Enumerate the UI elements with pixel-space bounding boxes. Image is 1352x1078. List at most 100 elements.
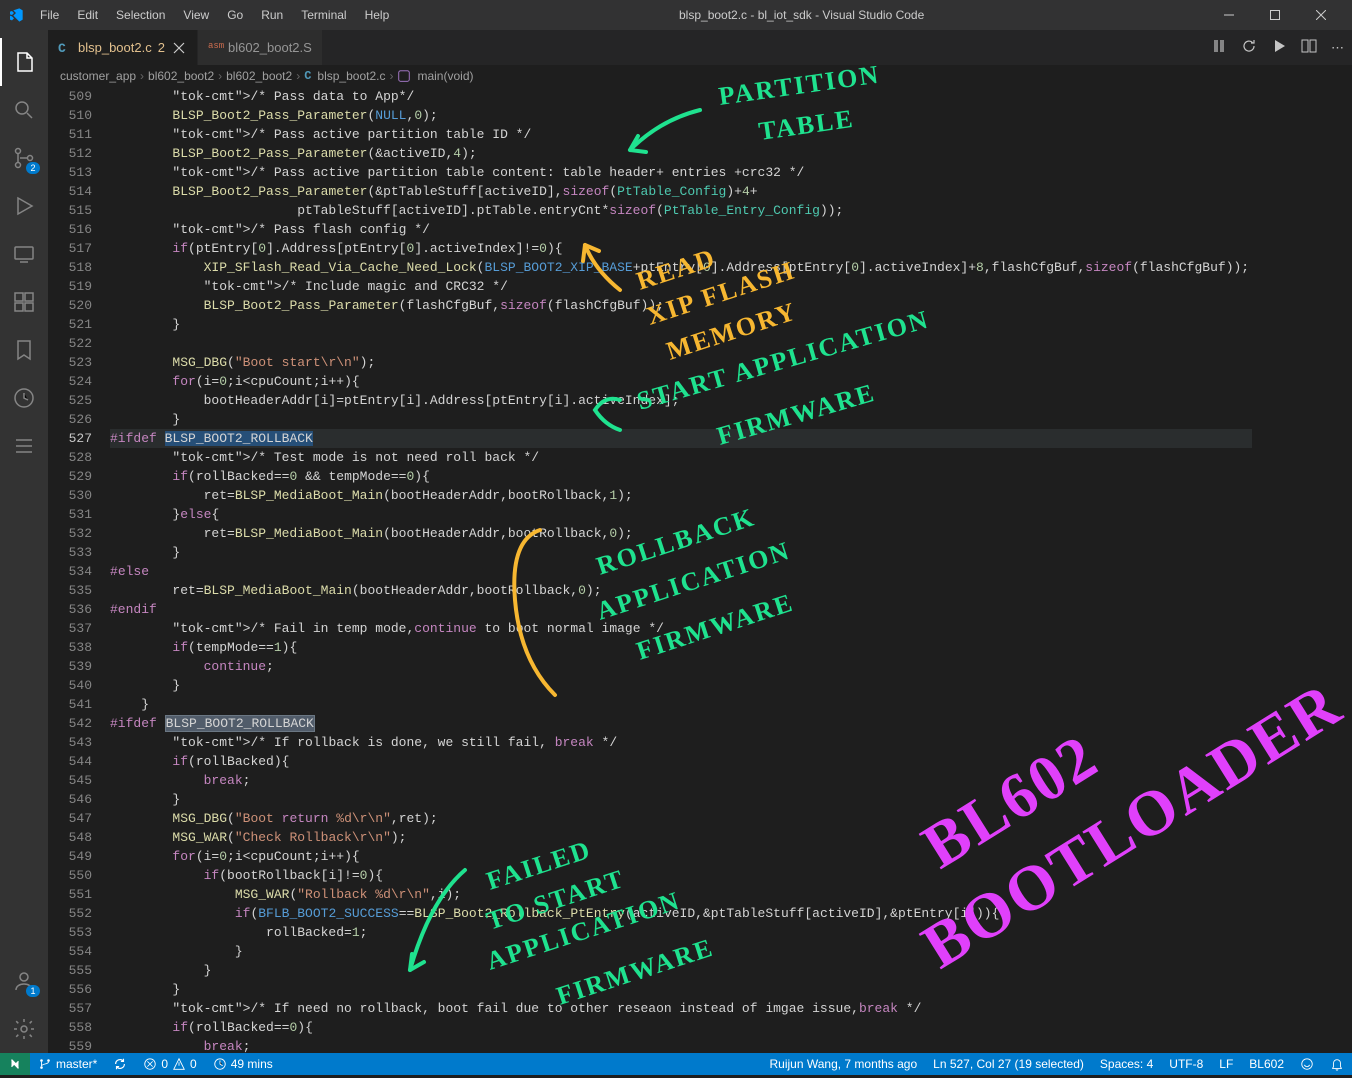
split-icon[interactable] [1301, 38, 1317, 57]
menu-edit[interactable]: Edit [69, 4, 106, 26]
activity-explorer[interactable] [0, 38, 48, 86]
menu-view[interactable]: View [175, 4, 217, 26]
eol[interactable]: LF [1211, 1053, 1241, 1075]
code-line[interactable]: } [110, 980, 1252, 999]
activity-settings[interactable] [0, 1005, 48, 1053]
code-line[interactable]: } [110, 315, 1252, 334]
maximize-button[interactable] [1252, 0, 1298, 30]
menu-run[interactable]: Run [253, 4, 291, 26]
time-tracker[interactable]: 49 mins [205, 1053, 281, 1075]
language-mode[interactable]: BL602 [1241, 1053, 1292, 1075]
code-line[interactable]: ptTableStuff[activeID].ptTable.entryCnt*… [110, 201, 1252, 220]
code-line[interactable]: if(rollBacked){ [110, 752, 1252, 771]
code-editor[interactable]: 5095105115125135145155165175185195205215… [48, 87, 1352, 1053]
menu-file[interactable]: File [32, 4, 67, 26]
remote-indicator[interactable] [0, 1053, 30, 1075]
code-line[interactable]: } [110, 942, 1252, 961]
code-line[interactable]: if(rollBacked==0 && tempMode==0){ [110, 467, 1252, 486]
cursor-position[interactable]: Ln 527, Col 27 (19 selected) [925, 1053, 1092, 1075]
code-line[interactable]: for(i=0;i<cpuCount;i++){ [110, 847, 1252, 866]
activity-extensions[interactable] [0, 278, 48, 326]
code-line[interactable]: if(BFLB_BOOT2_SUCCESS==BLSP_Boot2_Rollba… [110, 904, 1252, 923]
crumb-1[interactable]: bl602_boot2 [148, 69, 214, 83]
problems[interactable]: 0 0 [135, 1053, 204, 1075]
code-line[interactable]: }else{ [110, 505, 1252, 524]
code-line[interactable]: "tok-cmt">/* Include magic and CRC32 */ [110, 277, 1252, 296]
code-line[interactable]: ret=BLSP_MediaBoot_Main(bootHeaderAddr,b… [110, 524, 1252, 543]
code-line[interactable]: if(tempMode==1){ [110, 638, 1252, 657]
code-line[interactable]: MSG_DBG("Boot return %d\r\n",ret); [110, 809, 1252, 828]
tab-bl602-boot2-s[interactable]: asm bl602_boot2.S [198, 30, 323, 65]
menu-terminal[interactable]: Terminal [293, 4, 354, 26]
feedback-icon[interactable] [1292, 1053, 1322, 1075]
code-line[interactable]: BLSP_Boot2_Pass_Parameter(NULL,0); [110, 106, 1252, 125]
code-line[interactable]: #else [110, 562, 1252, 581]
git-blame[interactable]: Ruijun Wang, 7 months ago [762, 1053, 926, 1075]
activity-list[interactable] [0, 422, 48, 470]
code-line[interactable]: } [110, 410, 1252, 429]
code-line[interactable]: "tok-cmt">/* If need no rollback, boot f… [110, 999, 1252, 1018]
code-line[interactable]: "tok-cmt">/* Pass flash config */ [110, 220, 1252, 239]
activity-timeline[interactable] [0, 374, 48, 422]
code-line[interactable]: "tok-cmt">/* If rollback is done, we sti… [110, 733, 1252, 752]
code-line[interactable]: } [110, 676, 1252, 695]
encoding[interactable]: UTF-8 [1161, 1053, 1211, 1075]
activity-accounts[interactable]: 1 [0, 957, 48, 1005]
activity-search[interactable] [0, 86, 48, 134]
crumb-3[interactable]: blsp_boot2.c [317, 69, 385, 83]
code-line[interactable]: } [110, 790, 1252, 809]
code-line[interactable]: #ifdef BLSP_BOOT2_ROLLBACK [110, 714, 1252, 733]
menu-go[interactable]: Go [219, 4, 251, 26]
code-line[interactable]: MSG_WAR("Check Rollback\r\n"); [110, 828, 1252, 847]
minimap[interactable] [1252, 87, 1352, 1053]
crumb-0[interactable]: customer_app [60, 69, 136, 83]
run-icon[interactable] [1271, 38, 1287, 57]
code-line[interactable]: #endif [110, 600, 1252, 619]
code-line[interactable]: rollBacked=1; [110, 923, 1252, 942]
refresh-icon[interactable] [1241, 38, 1257, 57]
code-line[interactable]: MSG_WAR("Rollback %d\r\n",i); [110, 885, 1252, 904]
compare-icon[interactable] [1211, 38, 1227, 57]
code-line[interactable]: } [110, 695, 1252, 714]
menu-help[interactable]: Help [357, 4, 398, 26]
close-button[interactable] [1298, 0, 1344, 30]
code-line[interactable]: for(i=0;i<cpuCount;i++){ [110, 372, 1252, 391]
close-icon[interactable] [171, 40, 187, 56]
code-line[interactable]: XIP_SFlash_Read_Via_Cache_Need_Lock(BLSP… [110, 258, 1252, 277]
code-line[interactable] [110, 334, 1252, 353]
code-line[interactable]: ret=BLSP_MediaBoot_Main(bootHeaderAddr,b… [110, 486, 1252, 505]
crumb-4[interactable]: main(void) [417, 69, 473, 83]
notifications-icon[interactable] [1322, 1053, 1352, 1075]
code-line[interactable]: if(ptEntry[0].Address[ptEntry[0].activeI… [110, 239, 1252, 258]
code-body[interactable]: "tok-cmt">/* Pass data to App*/ BLSP_Boo… [110, 87, 1252, 1053]
minimize-button[interactable] [1206, 0, 1252, 30]
code-line[interactable]: "tok-cmt">/* Test mode is not need roll … [110, 448, 1252, 467]
code-line[interactable]: "tok-cmt">/* Pass active partition table… [110, 125, 1252, 144]
menu-selection[interactable]: Selection [108, 4, 173, 26]
code-line[interactable]: bootHeaderAddr[i]=ptEntry[i].Address[ptE… [110, 391, 1252, 410]
activity-scm[interactable]: 2 [0, 134, 48, 182]
code-line[interactable]: "tok-cmt">/* Fail in temp mode,continue … [110, 619, 1252, 638]
code-line[interactable]: } [110, 961, 1252, 980]
code-line[interactable]: if(bootRollback[i]!=0){ [110, 866, 1252, 885]
code-line[interactable]: #ifdef BLSP_BOOT2_ROLLBACK [110, 429, 1252, 448]
code-line[interactable]: BLSP_Boot2_Pass_Parameter(flashCfgBuf,si… [110, 296, 1252, 315]
activity-bookmark[interactable] [0, 326, 48, 374]
crumb-2[interactable]: bl602_boot2 [226, 69, 292, 83]
more-icon[interactable]: ⋯ [1331, 40, 1344, 56]
code-line[interactable]: } [110, 543, 1252, 562]
code-line[interactable]: MSG_DBG("Boot start\r\n"); [110, 353, 1252, 372]
activity-remote[interactable] [0, 230, 48, 278]
code-line[interactable]: BLSP_Boot2_Pass_Parameter(&activeID,4); [110, 144, 1252, 163]
code-line[interactable]: "tok-cmt">/* Pass active partition table… [110, 163, 1252, 182]
code-line[interactable]: break; [110, 1037, 1252, 1053]
code-line[interactable]: BLSP_Boot2_Pass_Parameter(&ptTableStuff[… [110, 182, 1252, 201]
code-line[interactable]: continue; [110, 657, 1252, 676]
code-line[interactable]: ret=BLSP_MediaBoot_Main(bootHeaderAddr,b… [110, 581, 1252, 600]
code-line[interactable]: break; [110, 771, 1252, 790]
code-line[interactable]: if(rollBacked==0){ [110, 1018, 1252, 1037]
activity-debug[interactable] [0, 182, 48, 230]
sync-button[interactable] [105, 1053, 135, 1075]
code-line[interactable]: "tok-cmt">/* Pass data to App*/ [110, 87, 1252, 106]
indentation[interactable]: Spaces: 4 [1092, 1053, 1161, 1075]
